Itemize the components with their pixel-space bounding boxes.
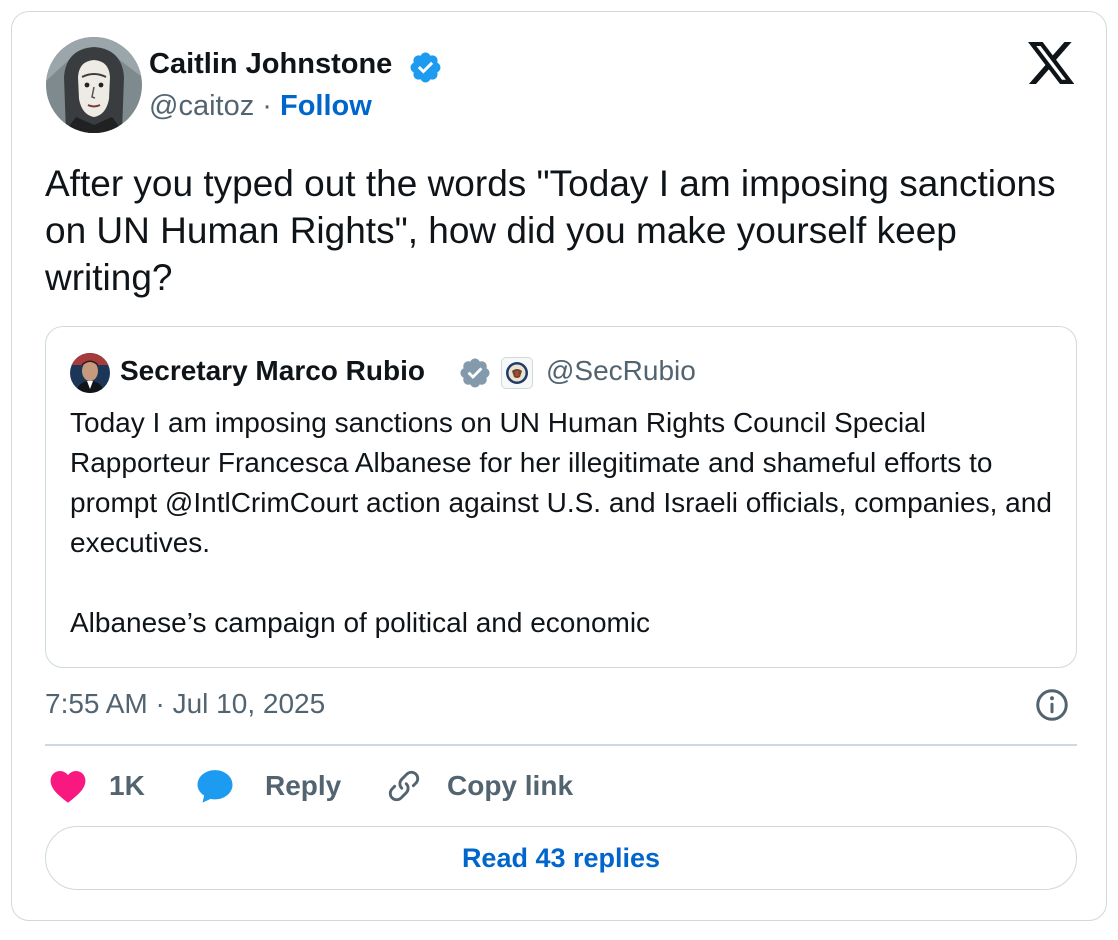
info-icon[interactable]	[1034, 687, 1070, 723]
x-logo-icon[interactable]	[1028, 42, 1076, 86]
reply-button[interactable]: Reply	[195, 764, 341, 808]
quoted-paragraph: Albanese’s campaign of political and eco…	[70, 607, 651, 638]
quoted-paragraph: Today I am imposing sanctions on UN Huma…	[70, 407, 1052, 558]
author-handle[interactable]: @caitoz	[149, 90, 254, 122]
action-bar: 1K Reply Copy link	[45, 764, 1077, 808]
quoted-avatar-image	[70, 353, 110, 393]
follow-button[interactable]: Follow	[280, 90, 372, 122]
read-replies-button[interactable]: Read 43 replies	[45, 826, 1077, 890]
like-button[interactable]: 1K	[49, 764, 145, 808]
quoted-author-handle[interactable]: @SecRubio	[546, 355, 696, 387]
tweet-timestamp[interactable]: 7:55 AM · Jul 10, 2025	[45, 688, 325, 720]
embedded-tweet-card: Caitlin Johnstone @caitoz · Follow After…	[11, 11, 1107, 921]
divider	[45, 744, 1077, 746]
speech-bubble-icon	[197, 770, 233, 803]
copy-link-button[interactable]: Copy link	[385, 764, 573, 808]
quoted-author-avatar[interactable]	[70, 353, 110, 393]
quoted-tweet[interactable]: Secretary Marco Rubio @SecRubio Today I …	[45, 326, 1077, 668]
quoted-tweet-text: Today I am imposing sanctions on UN Huma…	[70, 403, 1060, 643]
author-name[interactable]: Caitlin Johnstone	[149, 48, 392, 81]
gray-verified-badge-icon	[460, 358, 490, 388]
author-handle-line: @caitoz · Follow	[149, 90, 372, 123]
author-avatar[interactable]	[46, 37, 142, 133]
avatar-image	[46, 37, 142, 133]
seal-graphic	[506, 362, 528, 384]
separator-dot: ·	[262, 90, 272, 122]
copy-link-label: Copy link	[447, 770, 574, 801]
reply-label: Reply	[265, 770, 342, 801]
like-count: 1K	[109, 770, 145, 801]
tweet-text: After you typed out the words "Today I a…	[45, 163, 1056, 298]
quoted-author-name[interactable]: Secretary Marco Rubio	[120, 355, 425, 387]
heart-icon	[50, 770, 86, 803]
state-department-seal-icon	[501, 357, 533, 389]
link-icon	[388, 770, 420, 802]
verified-badge-icon	[410, 52, 441, 83]
